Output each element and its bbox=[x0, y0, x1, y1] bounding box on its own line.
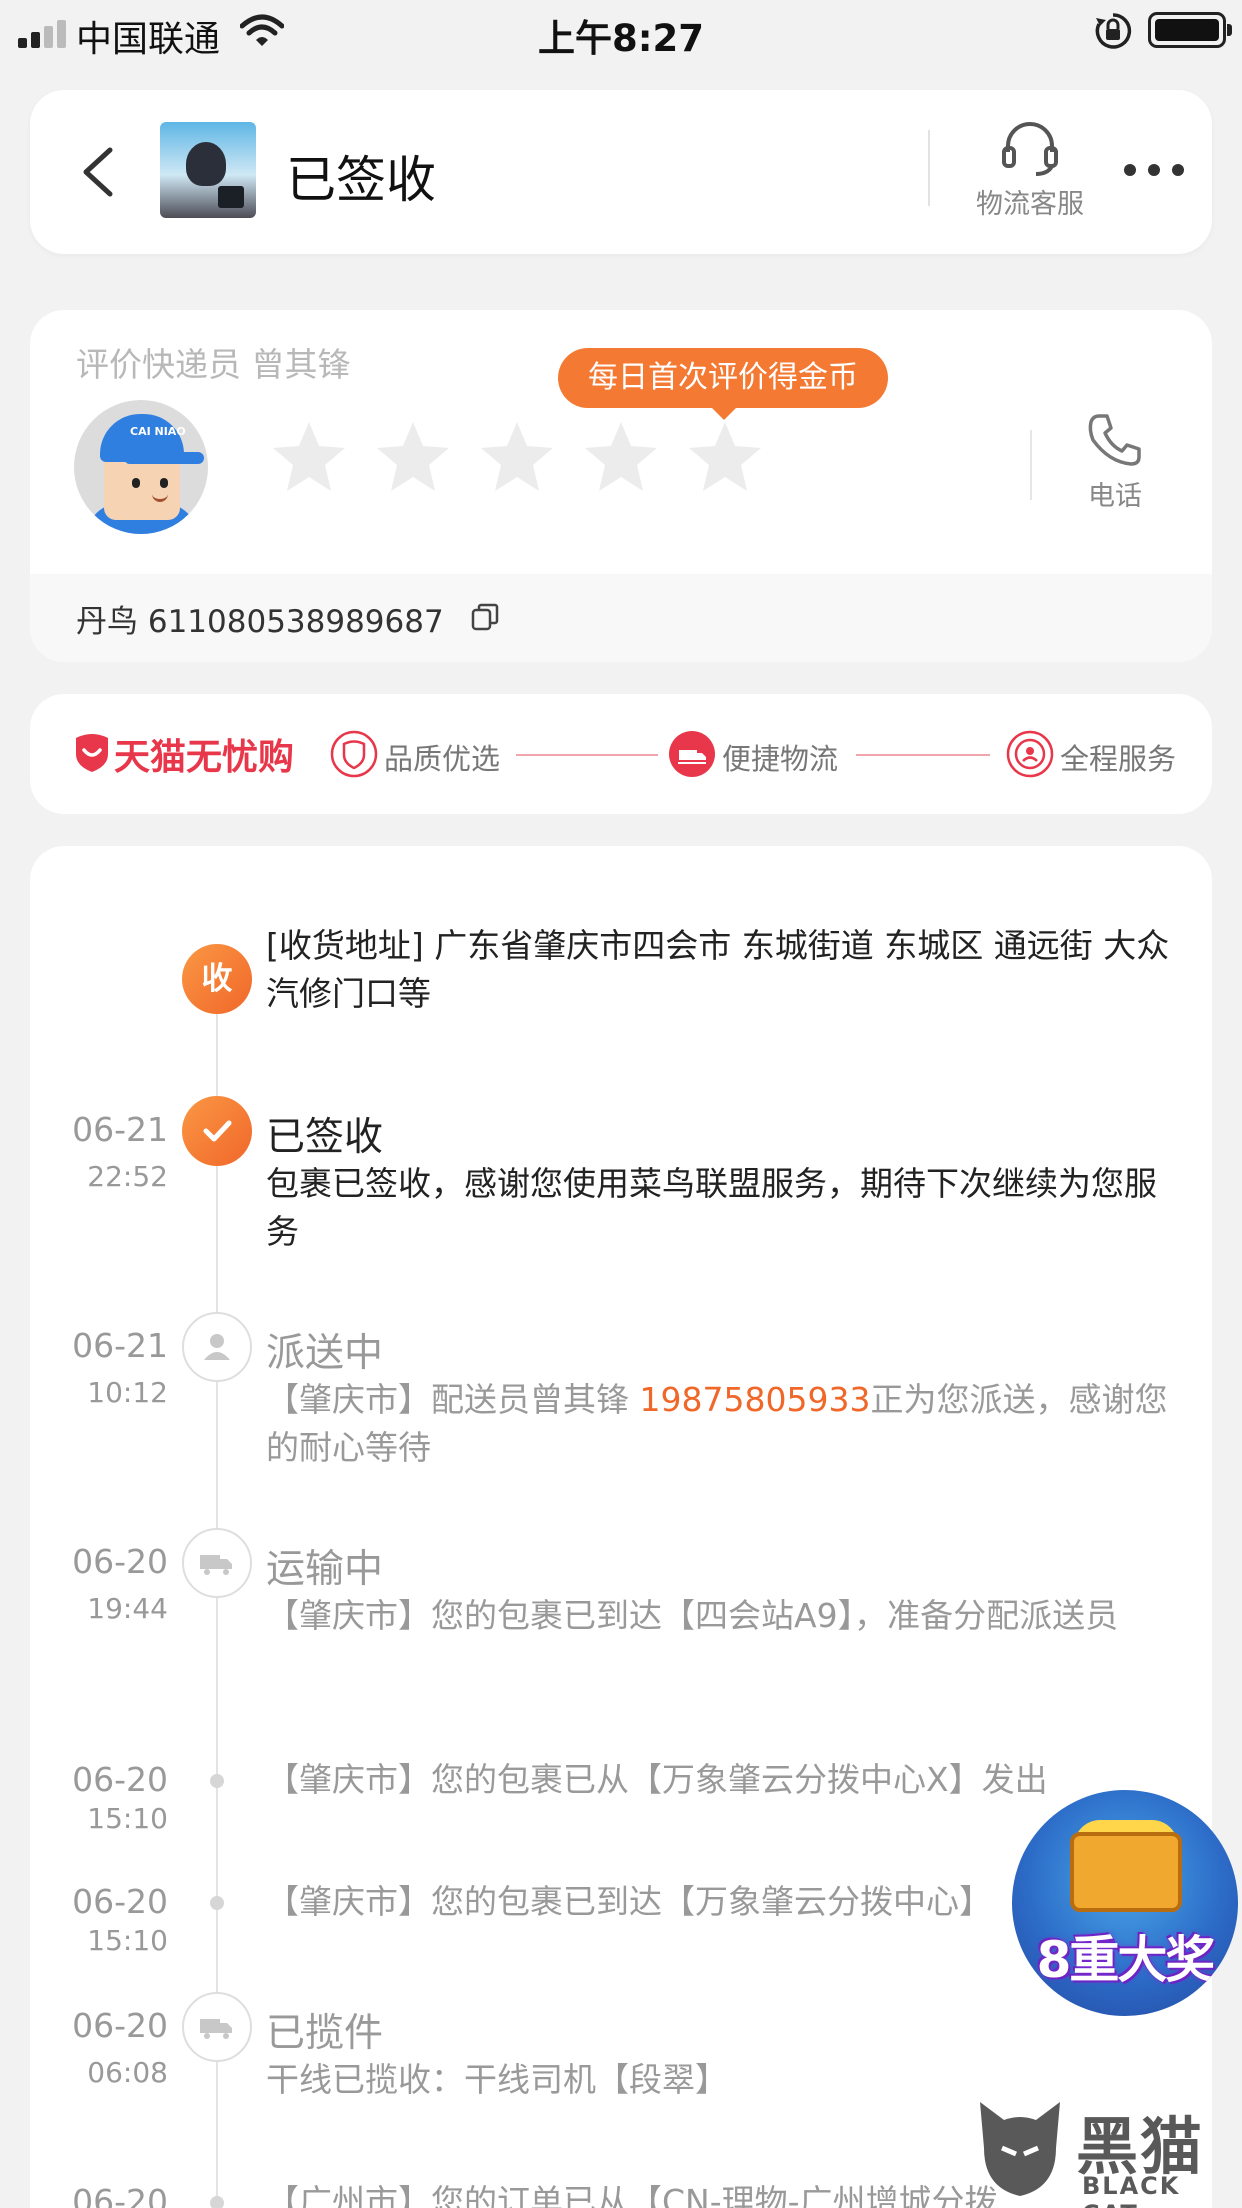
courier-node-icon bbox=[182, 1312, 252, 1382]
logistics-truck-icon bbox=[669, 731, 715, 777]
service-label: 物流客服 bbox=[976, 189, 1084, 220]
promise-label: 品质优选 bbox=[384, 742, 501, 776]
status-bar: 中国联通 上午8:27 bbox=[0, 0, 1242, 64]
event-title: 已签收 bbox=[266, 1115, 384, 1160]
brand-name: 天猫无忧购 bbox=[114, 737, 295, 778]
phone-label: 电话 bbox=[1088, 481, 1142, 512]
event-description: 【肇庆市】您的包裹已从【万象肇云分拨中心X】发出 bbox=[266, 1760, 1048, 1799]
prize-promo-button[interactable]: 8重大奖 bbox=[1012, 1790, 1238, 2016]
receive-node-icon: 收 bbox=[182, 944, 252, 1014]
tracking-number-row: 丹鸟 611080538989687 bbox=[30, 574, 1212, 662]
event-date: 06-20 bbox=[72, 1882, 168, 1921]
event-time: 10:12 bbox=[87, 1376, 168, 1409]
coin-reward-tooltip: 每日首次评价得金币 bbox=[558, 348, 888, 420]
divider bbox=[928, 130, 930, 206]
event-date: 06-20 bbox=[72, 2006, 168, 2045]
tmall-worry-free-card[interactable]: 天猫无忧购 品质优选 便捷物流 全程服务 bbox=[30, 694, 1212, 814]
header-card: 已签收 物流客服 bbox=[30, 90, 1212, 254]
star-5-icon[interactable] bbox=[686, 418, 764, 496]
timeline-dot bbox=[210, 2196, 224, 2208]
timeline-dot bbox=[210, 1774, 224, 1788]
star-3-icon[interactable] bbox=[478, 418, 556, 496]
product-thumbnail[interactable] bbox=[160, 122, 256, 218]
service-person-icon bbox=[1006, 730, 1054, 778]
star-2-icon[interactable] bbox=[374, 418, 452, 496]
event-time: 15:10 bbox=[87, 1924, 168, 1957]
promo-text: 8重大奖 bbox=[1036, 1931, 1216, 1989]
treasure-chest-icon bbox=[1070, 1832, 1182, 1912]
black-cat-logo-icon bbox=[980, 2102, 1060, 2196]
event-title: 运输中 bbox=[266, 1547, 384, 1592]
call-courier-button[interactable]: 电话 bbox=[1070, 410, 1160, 520]
truck-node-icon bbox=[182, 1528, 252, 1598]
star-1-icon[interactable] bbox=[270, 418, 348, 496]
event-date: 06-20 bbox=[72, 2182, 168, 2208]
event-title: 派送中 bbox=[266, 1331, 384, 1376]
courier-avatar: CAI NIAO bbox=[74, 400, 208, 534]
tracking-number: 丹鸟 611080538989687 bbox=[76, 604, 444, 640]
rotation-lock-icon bbox=[1095, 13, 1132, 49]
check-node-icon bbox=[182, 1096, 252, 1166]
truck-node-icon bbox=[182, 1992, 252, 2062]
back-button[interactable] bbox=[70, 142, 130, 202]
more-button[interactable] bbox=[1120, 150, 1190, 190]
delivery-address: [收货地址] 广东省肇庆市四会市 东城街道 东城区 通远街 大众汽修门口等 bbox=[266, 926, 1170, 1013]
event-time: 22:52 bbox=[87, 1160, 168, 1193]
event-date: 06-21 bbox=[72, 1326, 168, 1365]
event-date: 06-21 bbox=[72, 1110, 168, 1149]
timeline-dot bbox=[210, 1896, 224, 1910]
phone-icon bbox=[1088, 414, 1141, 466]
star-4-icon[interactable] bbox=[582, 418, 660, 496]
event-time: 06:08 bbox=[87, 2056, 168, 2089]
event-date: 06-20 bbox=[72, 1542, 168, 1581]
promise-label: 全程服务 bbox=[1060, 742, 1177, 776]
clock: 上午8:27 bbox=[537, 17, 705, 60]
watermark: 黑猫 BLACK CAT bbox=[960, 2092, 1242, 2208]
battery-icon bbox=[1148, 12, 1232, 48]
event-time: 15:10 bbox=[87, 1802, 168, 1835]
event-date: 06-20 bbox=[72, 1760, 168, 1799]
description-text: 【肇庆市】配送员曾其锋 bbox=[266, 1380, 640, 1419]
event-description: 【肇庆市】配送员曾其锋 19875805933正为您派送，感谢您的耐心等待 bbox=[266, 1376, 1180, 1472]
page-title: 已签收 bbox=[286, 151, 436, 209]
quality-shield-icon bbox=[330, 730, 378, 778]
headset-icon bbox=[1002, 122, 1058, 176]
watermark-en: BLACK CAT bbox=[1082, 2172, 1181, 2208]
promise-label: 便捷物流 bbox=[722, 742, 839, 776]
logistics-timeline: 收 [收货地址] 广东省肇庆市四会市 东城街道 东城区 通远街 大众汽修门口等 … bbox=[30, 846, 1212, 2208]
promise-connector bbox=[856, 754, 990, 756]
courier-card: 评价快递员 曾其锋 CAI NIAO 每日首次评价得金币 电话 丹鸟 61108… bbox=[30, 310, 1212, 662]
event-time: 19:44 bbox=[87, 1592, 168, 1625]
tmall-shield-icon bbox=[76, 734, 108, 772]
event-title: 已揽件 bbox=[266, 2011, 384, 2056]
logistics-service-button[interactable]: 物流客服 bbox=[950, 110, 1110, 240]
copy-icon[interactable] bbox=[470, 602, 500, 632]
rate-courier-label: 评价快递员 曾其锋 bbox=[76, 345, 351, 384]
divider bbox=[1030, 430, 1032, 500]
promise-connector bbox=[516, 754, 658, 756]
event-description: 【肇庆市】您的包裹已到达【四会站A9】，准备分配派送员 bbox=[266, 1596, 1119, 1635]
avatar-cap-text: CAI NIAO bbox=[130, 425, 186, 438]
courier-phone-link[interactable]: 19875805933 bbox=[640, 1380, 871, 1419]
event-description: 包裹已签收，感谢您使用菜鸟联盟服务，期待下次继续为您服务 bbox=[266, 1164, 1157, 1251]
